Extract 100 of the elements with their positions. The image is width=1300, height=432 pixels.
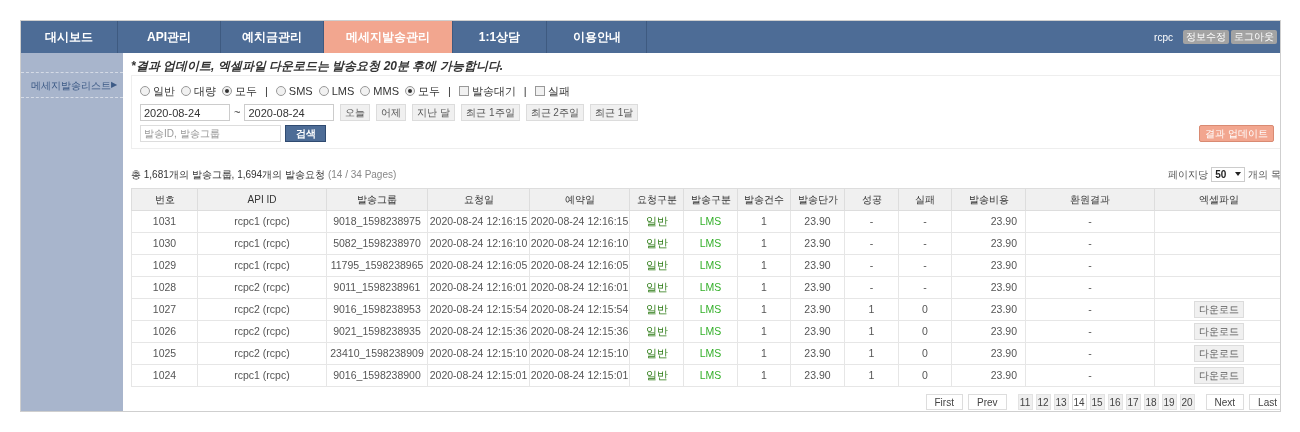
table-cell: 2020-08-24 12:15:54 — [529, 298, 630, 321]
quick-date-button[interactable]: 최근 2주일 — [525, 104, 584, 121]
page-number[interactable]: 12 — [1035, 394, 1051, 410]
column-header: 발송비용 — [951, 188, 1026, 211]
checkbox[interactable] — [458, 86, 469, 96]
checkbox[interactable] — [534, 86, 545, 96]
per-page-select[interactable]: 50 — [1211, 166, 1246, 182]
page-count-text: (14 / 34 Pages) — [327, 167, 397, 182]
table-cell: 2020-08-24 12:15:01 — [529, 364, 630, 387]
table-cell: rcpc1 (rcpc) — [197, 210, 327, 233]
sidebar-item[interactable]: 메세지발송리스트▶ — [21, 72, 123, 98]
tilde-text: ~ — [234, 105, 241, 121]
page-number[interactable]: 14 — [1071, 394, 1087, 410]
table-cell: 23.90 — [951, 342, 1026, 365]
radio-button[interactable] — [181, 86, 191, 96]
table-cell: 1028 — [131, 276, 198, 299]
page-button[interactable]: Prev — [967, 394, 1007, 410]
column-header: 실패 — [898, 188, 952, 211]
date-field[interactable]: 2020-08-24 — [244, 104, 335, 121]
table-cell: 1 — [844, 364, 899, 387]
table-cell: 23.90 — [790, 342, 845, 365]
table-cell: 1026 — [131, 320, 198, 343]
table-cell: 2020-08-24 12:16:15 — [529, 210, 630, 233]
table-cell: 9018_1598238975 — [326, 210, 428, 233]
table-cell: 일반 — [629, 342, 684, 365]
table-cell: 0 — [898, 320, 952, 343]
table-cell: - — [844, 276, 899, 299]
table-cell: - — [898, 232, 952, 255]
table-cell: 23410_1598238909 — [326, 342, 428, 365]
table-cell: 1 — [737, 254, 791, 277]
table-cell: 1 — [844, 298, 899, 321]
option-label: 대량 — [194, 83, 216, 99]
page-number[interactable]: 19 — [1161, 394, 1177, 410]
table-cell: 23.90 — [790, 298, 845, 321]
page-button[interactable]: Last — [1249, 394, 1280, 410]
table-cell: 23.90 — [951, 364, 1026, 387]
table-cell: 0 — [898, 364, 952, 387]
download-button[interactable]: 다운로드 — [1194, 323, 1244, 340]
page-number[interactable]: 18 — [1143, 394, 1159, 410]
quick-date-button[interactable]: 최근 1달 — [589, 104, 639, 121]
date-field[interactable]: 2020-08-24 — [140, 104, 230, 121]
caret-icon — [1235, 172, 1242, 176]
page-button[interactable]: First — [925, 394, 963, 410]
radio-button[interactable] — [140, 86, 150, 96]
quick-date-button[interactable]: 오늘 — [340, 104, 371, 121]
download-button[interactable]: 다운로드 — [1194, 367, 1244, 384]
table-cell: 2020-08-24 12:15:10 — [427, 342, 530, 365]
page-number[interactable]: 17 — [1125, 394, 1141, 410]
download-button[interactable]: 다운로드 — [1194, 301, 1244, 318]
table-cell: 0 — [898, 342, 952, 365]
page-number[interactable]: 15 — [1089, 394, 1105, 410]
quick-date-button[interactable]: 지난 달 — [412, 104, 456, 121]
radio-button[interactable] — [360, 86, 371, 96]
table-cell: rcpc2 (rcpc) — [197, 276, 327, 299]
page-button[interactable]: Next — [1205, 394, 1245, 410]
table-cell: 9016_1598238900 — [326, 364, 428, 387]
table-cell: 1030 — [131, 232, 198, 255]
table-cell: 일반 — [629, 320, 684, 343]
table-cell: 1029 — [131, 254, 198, 277]
table-cell: 23.90 — [790, 320, 845, 343]
search-button[interactable]: 검색 — [285, 125, 326, 142]
table-cell: - — [898, 276, 952, 299]
radio-button[interactable] — [318, 86, 329, 96]
table-cell: 일반 — [629, 210, 684, 233]
radio-button[interactable] — [222, 86, 232, 96]
column-header: 환원결과 — [1025, 188, 1155, 211]
table-cell: LMS — [683, 232, 738, 255]
table-cell: - — [844, 254, 899, 277]
quick-date-button[interactable]: 최근 1주일 — [461, 104, 520, 121]
table-cell: 2020-08-24 12:16:05 — [427, 254, 530, 277]
table-cell: 1 — [737, 364, 791, 387]
per-page-label: 페이지당 — [1168, 167, 1209, 182]
per-page-suffix: 개의 목 — [1248, 167, 1280, 182]
radio-button[interactable] — [275, 86, 286, 96]
table-cell: - — [1025, 298, 1155, 321]
notice-text: *결과 업데이트, 엑셀파일 다운로드는 발송요청 20분 후에 가능합니다. — [131, 58, 505, 75]
page-number[interactable]: 11 — [1017, 394, 1033, 410]
page-number[interactable]: 16 — [1107, 394, 1123, 410]
table-cell: - — [1025, 342, 1155, 365]
table-cell: 1031 — [131, 210, 198, 233]
table-cell: 1 — [737, 232, 791, 255]
table-cell: 1 — [737, 298, 791, 321]
column-header: 번호 — [131, 188, 198, 211]
separator: | — [265, 83, 268, 99]
table-cell: 1 — [844, 320, 899, 343]
radio-button[interactable] — [405, 86, 415, 96]
quick-date-button[interactable]: 어제 — [376, 104, 407, 121]
table-cell: 23.90 — [790, 232, 845, 255]
option-label: 실패 — [547, 83, 570, 99]
search-field[interactable]: 발송ID, 발송그룹 — [140, 125, 281, 142]
table-cell: LMS — [683, 342, 738, 365]
table-cell: rcpc2 (rcpc) — [197, 320, 327, 343]
table-cell: 23.90 — [790, 210, 845, 233]
table-cell: 일반 — [629, 276, 684, 299]
page-number[interactable]: 20 — [1179, 394, 1195, 410]
download-button[interactable]: 다운로드 — [1194, 345, 1244, 362]
table-cell: 23.90 — [951, 276, 1026, 299]
table-cell: 2020-08-24 12:15:01 — [427, 364, 530, 387]
page-number[interactable]: 13 — [1053, 394, 1069, 410]
table-cell: 9016_1598238953 — [326, 298, 428, 321]
